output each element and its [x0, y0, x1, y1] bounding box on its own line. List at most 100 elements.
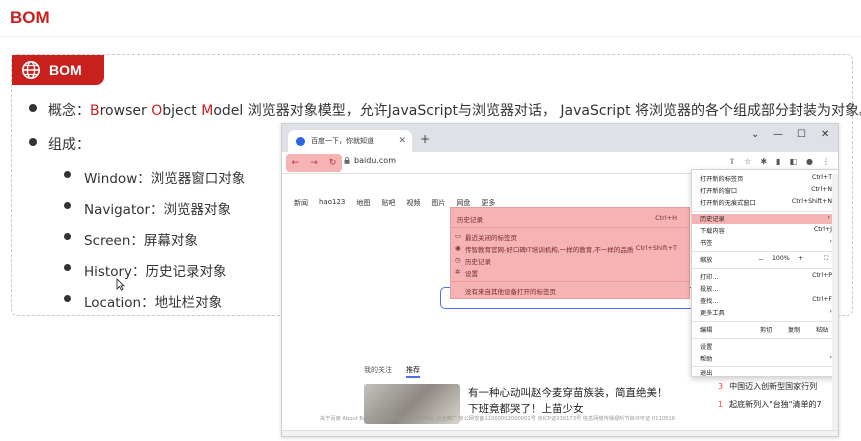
menu-new-window-label: 打开新的窗口	[700, 188, 738, 195]
share-icon[interactable]: ⇪	[728, 157, 735, 166]
baidu-footer: 关于百度 About Baidu 使用百度前必读 帮助中心 企业推广 京公网安备…	[320, 416, 676, 422]
menu-print[interactable]: 打印... Ctrl+P	[700, 272, 832, 282]
menu-find-shortcut: Ctrl+F	[812, 296, 832, 303]
toolbar-icons: ⇪ ☆ ✱ ▮ ◧ ● ⋮	[728, 157, 830, 166]
menu-incognito[interactable]: 打开新的无痕式窗口 Ctrl+Shift+N	[700, 198, 832, 208]
menu-new-window[interactable]: 打开新的窗口 Ctrl+N	[700, 186, 832, 196]
reopen-shortcut: Ctrl+Shift+T	[635, 244, 677, 252]
forward-arrow-icon[interactable]: →	[310, 158, 318, 168]
menu-divider	[692, 321, 838, 322]
tab-search-icon[interactable]: ⌄	[751, 129, 759, 140]
feed-title[interactable]: 有一种心动叫赵今麦穿苗族装，简直绝美！下班竟都哭了！上苗少女	[468, 385, 668, 417]
baidu-nav-news[interactable]: 新闻	[294, 198, 308, 208]
sub-bullet-dot	[64, 202, 71, 209]
horizontal-scrollbar[interactable]	[282, 430, 838, 436]
minimize-button[interactable]: —	[773, 129, 783, 140]
menu-downloads-shortcut: Ctrl+J	[813, 226, 832, 233]
hot-index: 1	[718, 400, 724, 409]
menu-settings-label: 设置	[700, 344, 713, 351]
sub-bullet-dot	[64, 233, 71, 240]
menu-copy-button[interactable]: 复制	[788, 325, 800, 334]
baidu-nav-image[interactable]: 图片	[431, 198, 445, 208]
menu-help-label: 帮助	[700, 356, 713, 363]
menu-new-tab-label: 打开新的标签页	[700, 176, 744, 183]
menu-cast-label: 投放...	[700, 286, 719, 293]
menu-downloads[interactable]: 下载内容 Ctrl+J	[700, 226, 832, 236]
sub-bullet-dot	[64, 264, 71, 271]
baidu-nav-tieba[interactable]: 贴吧	[381, 198, 395, 208]
hot-item[interactable]: 3 中国迈入创新型国家行列	[718, 381, 817, 392]
menu-paste-button[interactable]: 粘贴	[816, 325, 828, 334]
history-item-settings[interactable]: 设置	[465, 268, 478, 278]
baidu-favicon-icon	[296, 136, 305, 146]
menu-new-tab[interactable]: 打开新的标签页 Ctrl+T	[700, 174, 832, 184]
tab-baidu[interactable]: 百度一下，你就知道 ✕	[288, 130, 412, 152]
zoom-out-button[interactable]: －	[758, 255, 764, 264]
reload-icon[interactable]: ↻	[329, 158, 337, 168]
vertical-scrollbar[interactable]	[832, 174, 838, 432]
hot-item[interactable]: 1 起底新列入"台独"清单的7	[718, 399, 822, 410]
nav-buttons-highlight: ← → ↻	[286, 154, 342, 172]
menu-settings[interactable]: 设置	[700, 342, 832, 352]
split-icon[interactable]: ◧	[789, 157, 797, 166]
history-item-itcast[interactable]: 传智教育官网-好口碑IT培训机构,一样的教育,不一样的品质	[465, 244, 633, 254]
title-divider	[0, 36, 861, 37]
menu-divider	[692, 211, 838, 212]
menu-more-tools[interactable]: 更多工具 ›	[700, 308, 832, 318]
menu-downloads-label: 下载内容	[700, 228, 725, 235]
menu-exit-label: 退出	[700, 370, 713, 377]
fullscreen-icon[interactable]: ⛶	[824, 255, 828, 263]
slide-title: BOM	[10, 8, 50, 27]
baidu-nav-map[interactable]: 地图	[356, 198, 370, 208]
profile-icon[interactable]: ●	[806, 157, 813, 166]
menu-cast[interactable]: 投放...	[700, 284, 832, 294]
menu-history[interactable]: 历史记录 ›	[692, 214, 838, 224]
zoom-in-button[interactable]: +	[798, 255, 803, 262]
tab-bar: 百度一下，你就知道 ✕ + ⌄ — ☐ ✕	[282, 124, 838, 152]
sidepanel-icon[interactable]: ▮	[776, 157, 780, 166]
concept-text: 概念：Browser Object Model 浏览器对象模型，允许JavaSc…	[48, 100, 861, 120]
menu-incognito-shortcut: Ctrl+Shift+N	[791, 198, 832, 205]
feed-tab-recommend[interactable]: 推荐	[406, 365, 420, 378]
hot-index: 3	[718, 382, 724, 391]
chrome-main-menu: 打开新的标签页 Ctrl+T 打开新的窗口 Ctrl+N 打开新的无痕式窗口 Ctrl…	[691, 169, 838, 378]
menu-dots-icon[interactable]: ⋮	[822, 157, 830, 166]
menu-help[interactable]: 帮助 ›	[700, 354, 832, 364]
menu-bookmarks[interactable]: 书签 ›	[700, 238, 832, 248]
tab-icon: ▭	[455, 232, 462, 240]
menu-bookmarks-label: 书签	[700, 240, 713, 247]
menu-incognito-label: 打开新的无痕式窗口	[700, 200, 756, 207]
menu-find[interactable]: 查找... Ctrl+F	[700, 296, 832, 306]
history-shortcut: Ctrl+H	[655, 214, 677, 222]
menu-new-tab-shortcut: Ctrl+T	[812, 174, 832, 181]
back-arrow-icon[interactable]: ←	[292, 158, 300, 168]
concept-b: B	[90, 103, 100, 119]
history-menu-history[interactable]: 历史记录	[457, 214, 483, 224]
menu-exit[interactable]: 退出	[700, 368, 832, 378]
zoom-value: 100%	[772, 255, 790, 262]
menu-zoom-label: 缩放	[700, 257, 713, 264]
settings-gear-icon: ✲	[455, 268, 461, 276]
site-favicon-icon: ◉	[455, 244, 461, 252]
menu-divider	[692, 251, 838, 252]
menu-new-window-shortcut: Ctrl+N	[811, 186, 832, 193]
concept-rest: 浏览器对象模型，允许JavaScript与浏览器对话， JavaScript 将…	[243, 103, 861, 119]
badge-label: BOM	[49, 62, 82, 78]
composition-label: 组成：	[48, 137, 90, 153]
window-close-button[interactable]: ✕	[821, 129, 829, 140]
tab-title: 百度一下，你就知道	[311, 137, 374, 145]
extension-icon[interactable]: ✱	[760, 157, 767, 166]
url-text[interactable]: baidu.com	[354, 156, 396, 165]
tab-close-icon[interactable]: ✕	[398, 136, 406, 146]
feed-tab-follow[interactable]: 我的关注	[364, 365, 392, 375]
baidu-nav-video[interactable]: 视频	[406, 198, 420, 208]
menu-divider	[692, 338, 838, 339]
new-tab-button[interactable]: +	[420, 132, 430, 146]
bullet-dot	[29, 138, 37, 146]
history-item-history[interactable]: 历史记录	[465, 256, 491, 266]
bookmark-star-icon[interactable]: ☆	[744, 157, 751, 166]
concept-prefix: 概念：	[48, 103, 90, 119]
menu-cut-button[interactable]: 剪切	[760, 325, 772, 334]
maximize-button[interactable]: ☐	[797, 129, 806, 140]
baidu-nav-hao123[interactable]: hao123	[319, 198, 345, 208]
